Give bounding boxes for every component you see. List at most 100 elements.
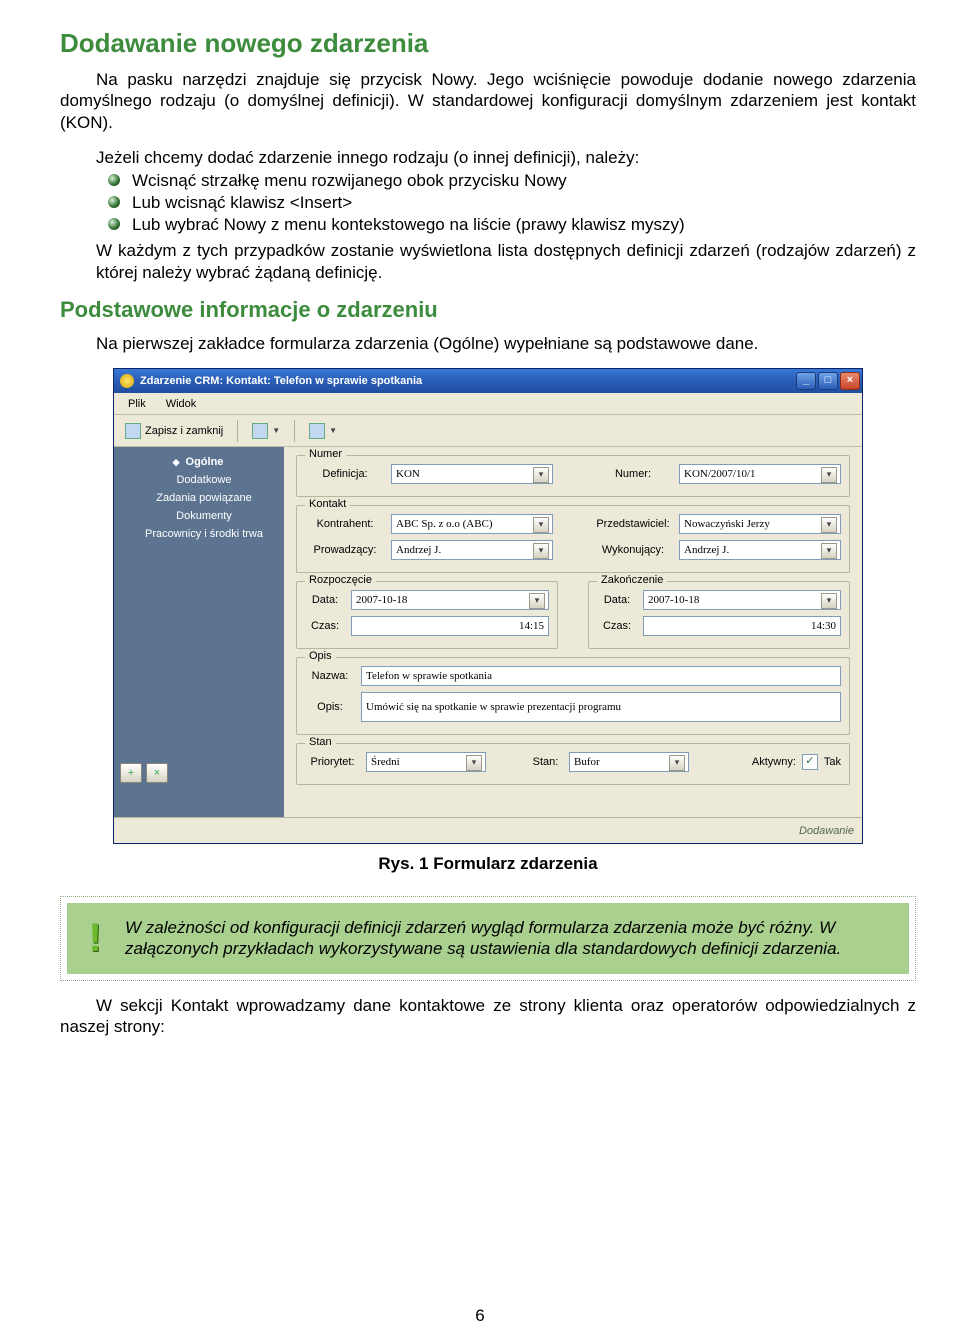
group-zakonczenie: Zakończenie Data: 2007-10-18 Czas: 14:30 [588, 581, 850, 649]
figure-event-form: Zdarzenie CRM: Kontakt: Telefon w sprawi… [60, 368, 916, 844]
value-stan: Bufor [574, 756, 600, 768]
value-kontrahent: ABC Sp. z o.o (ABC) [396, 518, 493, 530]
group-opis: Opis Nazwa: Telefon w sprawie spotkania … [296, 657, 850, 735]
sidebar-item-dodatkowe[interactable]: Dodatkowe [114, 471, 284, 489]
value-definicja: KON [396, 468, 420, 480]
document-icon [252, 423, 268, 439]
menu-widok[interactable]: Widok [158, 396, 205, 412]
sidebar-item-pracownicy[interactable]: Pracownicy i środki trwa [114, 525, 284, 543]
toolbar-separator [237, 420, 238, 442]
maximize-button[interactable]: □ [818, 372, 838, 390]
paragraph-list-lead: Jeżeli chcemy dodać zdarzenie innego rod… [60, 147, 916, 168]
menu-plik[interactable]: Plik [120, 396, 154, 412]
sidebar-add-button[interactable]: + [120, 763, 142, 783]
save-close-label: Zapisz i zamknij [145, 425, 223, 437]
figure-caption: Rys. 1 Formularz zdarzenia [60, 854, 916, 874]
group-numer: Numer Definicja: KON Numer: KON/2007/10/… [296, 455, 850, 497]
page-number: 6 [0, 1306, 960, 1326]
group-rozpoczecie: Rozpoczęcie Data: 2007-10-18 Czas: 14:15 [296, 581, 558, 649]
heading-basic-info: Podstawowe informacje o zdarzeniu [60, 297, 916, 323]
form-content: Numer Definicja: KON Numer: KON/2007/10/… [284, 447, 862, 817]
group-title: Opis [305, 650, 336, 662]
statusbar: Dodawanie [114, 817, 862, 843]
field-przedstawiciel[interactable]: Nowaczyński Jerzy [679, 514, 841, 534]
field-stan[interactable]: Bufor [569, 752, 689, 772]
field-definicja[interactable]: KON [391, 464, 553, 484]
label-tak: Tak [824, 756, 841, 768]
label-stan: Stan: [528, 756, 563, 768]
label-nazwa: Nazwa: [305, 670, 355, 682]
value-czas-end: 14:30 [811, 620, 836, 632]
value-priorytet: Średni [371, 756, 400, 768]
field-priorytet[interactable]: Średni [366, 752, 486, 772]
field-czas-start[interactable]: 14:15 [351, 616, 549, 636]
paragraph-basic-info: Na pierwszej zakładce formularza zdarzen… [60, 333, 916, 354]
sidebar-item-ogolne[interactable]: Ogólne [114, 453, 284, 471]
field-data-end[interactable]: 2007-10-18 [643, 590, 841, 610]
label-aktywny: Aktywny: [752, 756, 796, 768]
value-wykonujacy: Andrzej J. [684, 544, 729, 556]
toolbar-separator [294, 420, 295, 442]
group-title: Kontakt [305, 498, 350, 510]
label-data: Data: [305, 594, 345, 606]
label-przedstawiciel: Przedstawiciel: [593, 518, 673, 530]
group-title: Zakończenie [597, 574, 667, 586]
label-opis: Opis: [305, 701, 355, 713]
bullet-list-methods: Wcisnąć strzałkę menu rozwijanego obok p… [60, 170, 916, 236]
value-data-start: 2007-10-18 [356, 594, 407, 606]
app-icon [120, 374, 134, 388]
heading-add-event: Dodawanie nowego zdarzenia [60, 28, 916, 59]
toolbar-button-3[interactable]: ▼ [302, 419, 344, 443]
chevron-down-icon: ▼ [329, 426, 337, 435]
label-wykonujacy: Wykonujący: [593, 544, 673, 556]
link-icon [309, 423, 325, 439]
close-button[interactable]: × [840, 372, 860, 390]
field-prowadzacy[interactable]: Andrzej J. [391, 540, 553, 560]
value-nazwa: Telefon w sprawie spotkania [366, 670, 492, 682]
field-numer[interactable]: KON/2007/10/1 [679, 464, 841, 484]
label-definicja: Definicja: [305, 468, 385, 480]
toolbar: Zapisz i zamknij ▼ ▼ [114, 415, 862, 447]
minimize-button[interactable]: _ [796, 372, 816, 390]
list-item: Lub wybrać Nowy z menu kontekstowego na … [60, 214, 916, 236]
sidebar-item-zadania[interactable]: Zadania powiązane [114, 489, 284, 507]
callout-box: ! W zależności od konfiguracji definicji… [60, 896, 916, 981]
paragraph-list-tail: W każdym z tych przypadków zostanie wyśw… [60, 240, 916, 283]
sidebar-remove-button[interactable]: × [146, 763, 168, 783]
value-czas-start: 14:15 [519, 620, 544, 632]
label-czas: Czas: [597, 620, 637, 632]
window-title: Zdarzenie CRM: Kontakt: Telefon w sprawi… [140, 375, 422, 387]
menubar: Plik Widok [114, 393, 862, 415]
statusbar-mode: Dodawanie [799, 825, 854, 837]
window-titlebar[interactable]: Zdarzenie CRM: Kontakt: Telefon w sprawi… [114, 369, 862, 393]
field-czas-end[interactable]: 14:30 [643, 616, 841, 636]
group-title: Numer [305, 448, 346, 460]
field-opis[interactable]: Umówić się na spotkanie w sprawie prezen… [361, 692, 841, 722]
list-item: Lub wcisnąć klawisz <Insert> [60, 192, 916, 214]
label-priorytet: Priorytet: [305, 756, 360, 768]
group-kontakt: Kontakt Kontrahent: ABC Sp. z o.o (ABC) … [296, 505, 850, 573]
chevron-down-icon: ▼ [272, 426, 280, 435]
checkbox-aktywny[interactable]: ✓ [802, 754, 818, 770]
list-item: Wcisnąć strzałkę menu rozwijanego obok p… [60, 170, 916, 192]
save-icon [125, 423, 141, 439]
value-opis: Umówić się na spotkanie w sprawie prezen… [366, 701, 621, 713]
callout-text: W zależności od konfiguracji definicji z… [125, 917, 891, 960]
value-data-end: 2007-10-18 [648, 594, 699, 606]
field-data-start[interactable]: 2007-10-18 [351, 590, 549, 610]
field-nazwa[interactable]: Telefon w sprawie spotkania [361, 666, 841, 686]
group-stan: Stan Priorytet: Średni Stan: Bufor Aktyw… [296, 743, 850, 785]
sidebar-item-dokumenty[interactable]: Dokumenty [114, 507, 284, 525]
label-data: Data: [597, 594, 637, 606]
field-kontrahent[interactable]: ABC Sp. z o.o (ABC) [391, 514, 553, 534]
field-wykonujacy[interactable]: Andrzej J. [679, 540, 841, 560]
save-close-button[interactable]: Zapisz i zamknij [118, 419, 230, 443]
value-prowadzacy: Andrzej J. [396, 544, 441, 556]
sidebar-nav: Ogólne Dodatkowe Zadania powiązane Dokum… [114, 447, 284, 817]
value-przedstawiciel: Nowaczyński Jerzy [684, 518, 770, 530]
paragraph-intro: Na pasku narzędzi znajduje się przycisk … [60, 69, 916, 133]
label-prowadzacy: Prowadzący: [305, 544, 385, 556]
app-window: Zdarzenie CRM: Kontakt: Telefon w sprawi… [113, 368, 863, 844]
label-kontrahent: Kontrahent: [305, 518, 385, 530]
toolbar-button-2[interactable]: ▼ [245, 419, 287, 443]
